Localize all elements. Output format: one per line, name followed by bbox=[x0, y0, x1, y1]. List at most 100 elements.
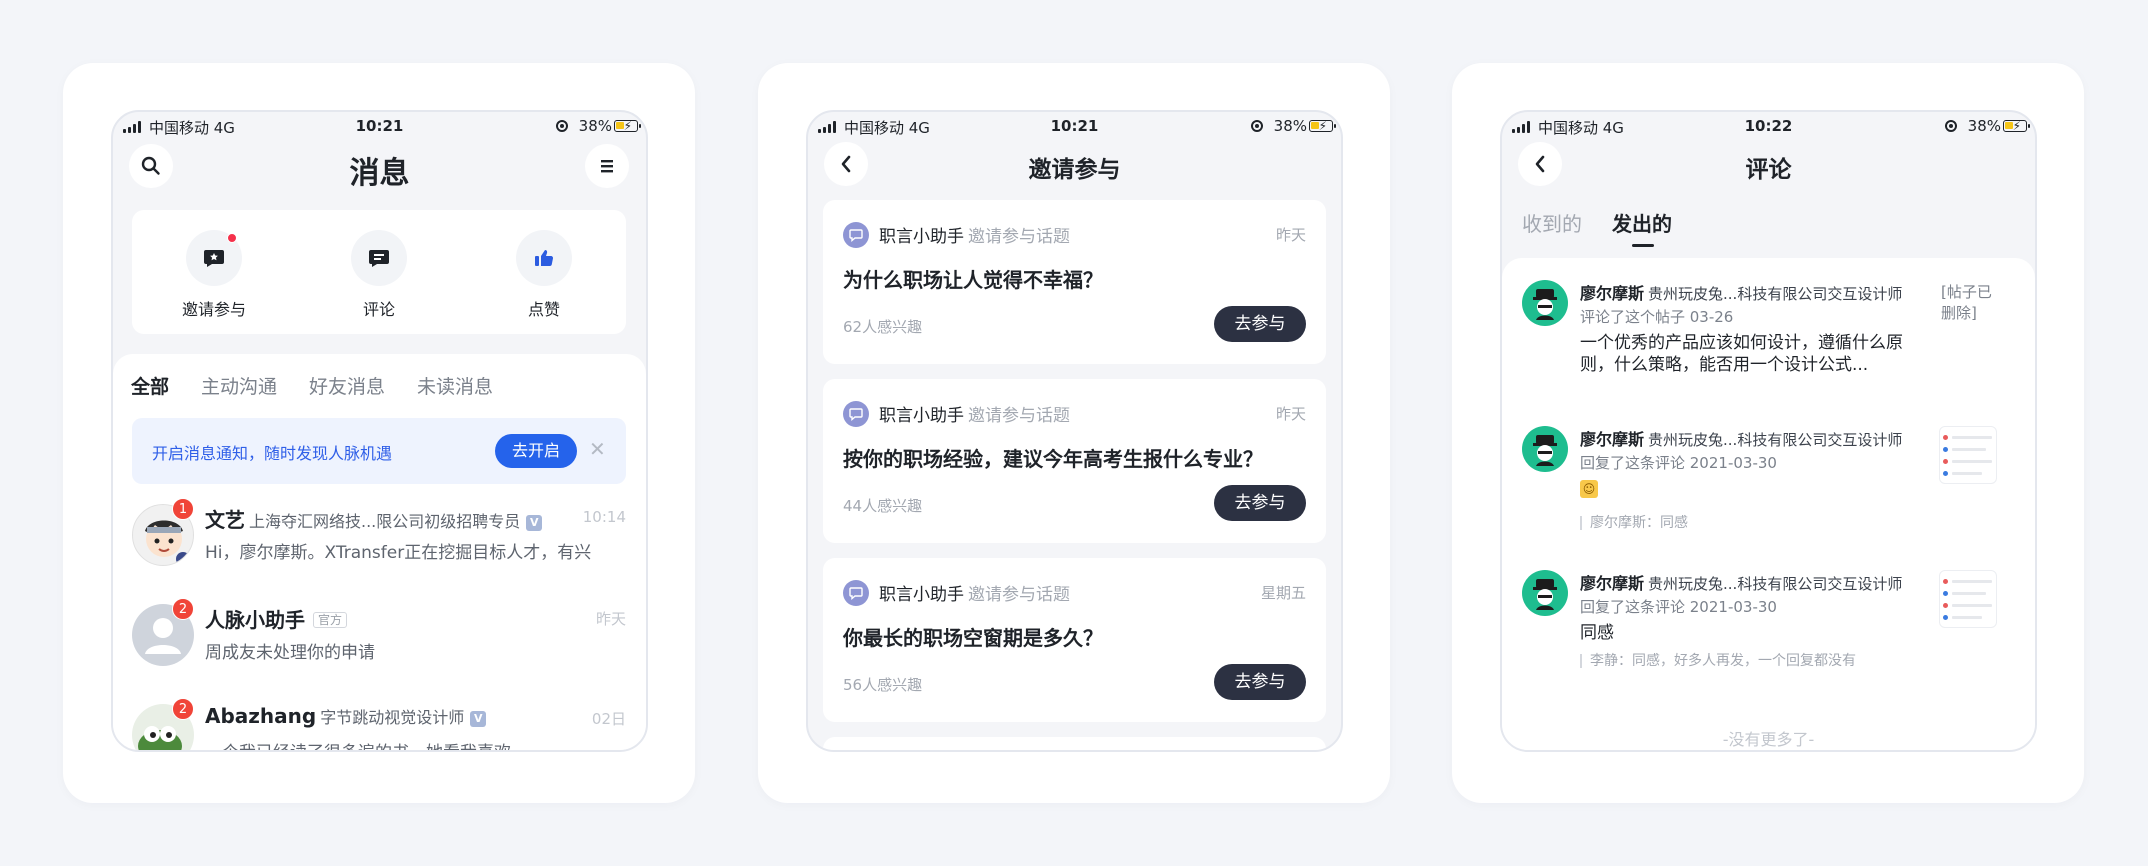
comment-item[interactable]: 廖尔摩斯 贵州玩皮兔...科技有限公司交互设计师 回复了这条评论 2021-03-… bbox=[1522, 426, 2017, 536]
invite-card: 中国移动 4G 10:21 38% ⚡ 邀请参与 职言小助手 邀请参与话题 昨天 … bbox=[758, 63, 1390, 803]
invite-question: 你最长的职场空窗期是多久？ bbox=[843, 626, 1103, 650]
post-thumbnail[interactable] bbox=[1939, 570, 1997, 628]
quick-invite[interactable]: 邀请参与 bbox=[154, 230, 274, 320]
comment-item[interactable]: 廖尔摩斯 贵州玩皮兔...科技有限公司交互设计师 评论了这个帖子 03-26 一个… bbox=[1522, 280, 2017, 390]
commenter-name: 廖尔摩斯 贵州玩皮兔...科技有限公司交互设计师 bbox=[1580, 574, 1903, 593]
comment-body: 同感 bbox=[1580, 623, 1614, 643]
invite-time: 昨天 bbox=[1275, 226, 1306, 244]
quoted-comment: 廖尔摩斯：同感 bbox=[1580, 516, 1688, 530]
join-button[interactable]: 去参与 bbox=[1214, 306, 1306, 342]
avatar bbox=[1522, 280, 1568, 326]
quick-comment-label: 评论 bbox=[362, 300, 395, 319]
invite-sender: 职言小助手 邀请参与话题 bbox=[879, 585, 1070, 605]
messages-phone: 中国移动 4G 10:21 38% ⚡ 消息 邀请参与 评论 点赞 全部 主动沟… bbox=[111, 110, 648, 752]
message-time: 02日 bbox=[591, 710, 626, 728]
assistant-icon bbox=[843, 401, 869, 427]
page-title: 评论 bbox=[1745, 157, 1792, 183]
status-bar: 中国移动 4G 10:21 38% ⚡ bbox=[113, 112, 646, 142]
unread-badge: 2 bbox=[172, 698, 194, 720]
invite-item[interactable]: 职言小助手 邀请参与话题 昨天 为什么职场让人觉得不幸福？ 62人感兴趣 去参与 bbox=[823, 200, 1326, 364]
tab-friend-messages[interactable]: 好友消息 bbox=[309, 372, 385, 399]
status-bar: 中国移动 4G 10:21 38% ⚡ bbox=[808, 112, 1341, 142]
commenter-name: 廖尔摩斯 贵州玩皮兔...科技有限公司交互设计师 bbox=[1580, 430, 1903, 449]
quick-actions: 邀请参与 评论 点赞 bbox=[132, 210, 626, 334]
charging-icon: ⚡ bbox=[623, 119, 632, 133]
message-item[interactable]: 1 文艺 上海夺汇网络技...限公司初级招聘专员 V 10:14 Hi，廖尔摩斯。X… bbox=[132, 498, 626, 584]
comment-item[interactable]: 廖尔摩斯 贵州玩皮兔...科技有限公司交互设计师 回复了这条评论 2021-03-… bbox=[1522, 570, 2017, 680]
charging-icon: ⚡ bbox=[1318, 119, 1327, 133]
message-tabs: 全部 主动沟通 好友消息 未读消息 bbox=[131, 372, 493, 399]
notification-banner-text: 开启消息通知，随时发现人脉机遇 bbox=[152, 444, 393, 463]
message-sender: 人脉小助手 官方 bbox=[205, 604, 348, 633]
invite-question: 按你的职场经验，建议今年高考生报什么专业？ bbox=[843, 447, 1263, 471]
message-preview: 周成友未处理你的申请 bbox=[205, 643, 375, 663]
comment-tabs: 收到的 发出的 bbox=[1522, 208, 1672, 247]
tab-active-chat[interactable]: 主动沟通 bbox=[201, 372, 277, 399]
tab-received[interactable]: 收到的 bbox=[1522, 208, 1582, 237]
invite-time: 星期五 bbox=[1260, 584, 1306, 602]
thumbs-up-icon bbox=[516, 230, 572, 286]
quick-like-label: 点赞 bbox=[527, 300, 560, 319]
charging-icon: ⚡ bbox=[2012, 119, 2021, 133]
notification-banner: 开启消息通知，随时发现人脉机遇 去开启 ✕ bbox=[132, 418, 626, 484]
post-thumbnail[interactable] bbox=[1939, 426, 1997, 484]
invite-sender: 职言小助手 邀请参与话题 bbox=[879, 227, 1070, 247]
comment-action: 评论了这个帖子 03-26 bbox=[1580, 308, 1734, 326]
rotation-lock-icon bbox=[1945, 120, 1957, 132]
quick-like[interactable]: 点赞 bbox=[484, 230, 604, 320]
battery-percent: 38% bbox=[1273, 117, 1307, 135]
unread-dot bbox=[227, 233, 237, 243]
unread-badge: 1 bbox=[172, 498, 194, 520]
rotation-lock-icon bbox=[1251, 120, 1263, 132]
messages-card: 中国移动 4G 10:21 38% ⚡ 消息 邀请参与 评论 点赞 全部 主动沟… bbox=[63, 63, 695, 803]
page-title: 邀请参与 bbox=[1028, 157, 1121, 183]
invite-phone: 中国移动 4G 10:21 38% ⚡ 邀请参与 职言小助手 邀请参与话题 昨天 … bbox=[806, 110, 1343, 752]
comment-action: 回复了这条评论 2021-03-30 bbox=[1580, 454, 1777, 472]
page-title: 消息 bbox=[349, 156, 410, 191]
invite-item[interactable]: 职言小助手 邀请参与话题 昨天 按你的职场经验，建议今年高考生报什么专业？ 44人… bbox=[823, 379, 1326, 543]
tab-all[interactable]: 全部 bbox=[131, 372, 169, 399]
rotation-lock-icon bbox=[556, 120, 568, 132]
enable-notifications-button[interactable]: 去开启 bbox=[495, 434, 577, 468]
comment-body: 一个优秀的产品应该如何设计，遵循什么原则，什么策略，能否用一个设计公式... bbox=[1580, 333, 1903, 375]
join-button[interactable]: 去参与 bbox=[1214, 664, 1306, 700]
tab-unread[interactable]: 未读消息 bbox=[417, 372, 493, 399]
verified-icon: V bbox=[526, 515, 543, 531]
tab-sent[interactable]: 发出的 bbox=[1612, 208, 1672, 247]
interest-count: 62人感兴趣 bbox=[843, 318, 923, 336]
official-tag: 官方 bbox=[313, 612, 348, 628]
quoted-comment: 李静：同感，好多人再发，一个回复都没有 bbox=[1580, 654, 1856, 668]
message-list-panel: 全部 主动沟通 好友消息 未读消息 开启消息通知，随时发现人脉机遇 去开启 ✕ … bbox=[113, 354, 646, 750]
invite-question: 为什么职场让人觉得不幸福？ bbox=[843, 268, 1103, 292]
message-preview: Hi，廖尔摩斯。XTransfer正在挖掘目标人才，有兴 bbox=[205, 543, 592, 563]
menu-button[interactable] bbox=[585, 144, 629, 188]
assistant-icon bbox=[843, 222, 869, 248]
interest-count: 56人感兴趣 bbox=[843, 676, 923, 694]
close-icon[interactable]: ✕ bbox=[589, 437, 606, 461]
comments-phone: 中国移动 4G 10:22 38% ⚡ 评论 收到的 发出的 廖尔摩斯 贵州玩皮兔… bbox=[1500, 110, 2037, 752]
invite-sender: 职言小助手 邀请参与话题 bbox=[879, 406, 1070, 426]
star-chat-icon bbox=[186, 230, 242, 286]
message-sender: 文艺 上海夺汇网络技...限公司初级招聘专员 V bbox=[205, 504, 543, 533]
join-button[interactable]: 去参与 bbox=[1214, 485, 1306, 521]
invite-item[interactable]: 职言小助手 邀请参与话题 星期五 你最长的职场空窗期是多久？ 56人感兴趣 去参与 bbox=[823, 558, 1326, 722]
quick-invite-label: 邀请参与 bbox=[181, 300, 246, 319]
status-bar: 中国移动 4G 10:22 38% ⚡ bbox=[1502, 112, 2035, 142]
comment-action: 回复了这条评论 2021-03-30 bbox=[1580, 598, 1777, 616]
quick-comment[interactable]: 评论 bbox=[319, 230, 439, 320]
unread-badge: 2 bbox=[172, 598, 194, 620]
message-preview: 一个我已经读了很多遍的书，她看我喜欢 bbox=[205, 738, 625, 750]
no-more-label: -没有更多了- bbox=[1722, 730, 1815, 749]
emoji-icon: ☺ bbox=[1580, 480, 1598, 498]
invite-time: 昨天 bbox=[1275, 405, 1306, 423]
verified-icon: V bbox=[470, 711, 487, 727]
menu-icon bbox=[601, 160, 613, 173]
comment-list: 廖尔摩斯 贵州玩皮兔...科技有限公司交互设计师 评论了这个帖子 03-26 一个… bbox=[1502, 258, 2035, 750]
invite-item[interactable] bbox=[823, 737, 1326, 750]
commenter-name: 廖尔摩斯 贵州玩皮兔...科技有限公司交互设计师 bbox=[1580, 284, 1903, 303]
battery-percent: 38% bbox=[578, 117, 612, 135]
comments-card: 中国移动 4G 10:22 38% ⚡ 评论 收到的 发出的 廖尔摩斯 贵州玩皮兔… bbox=[1452, 63, 2084, 803]
message-item[interactable]: 2 人脉小助手 官方 昨天 周成友未处理你的申请 bbox=[132, 598, 626, 684]
post-deleted-label: [帖子已删除] bbox=[1941, 283, 1992, 322]
message-item[interactable]: 2 Abazhang字节跳动视觉设计师V 02日 一个我已经读了很多遍的书，她看… bbox=[132, 698, 626, 750]
